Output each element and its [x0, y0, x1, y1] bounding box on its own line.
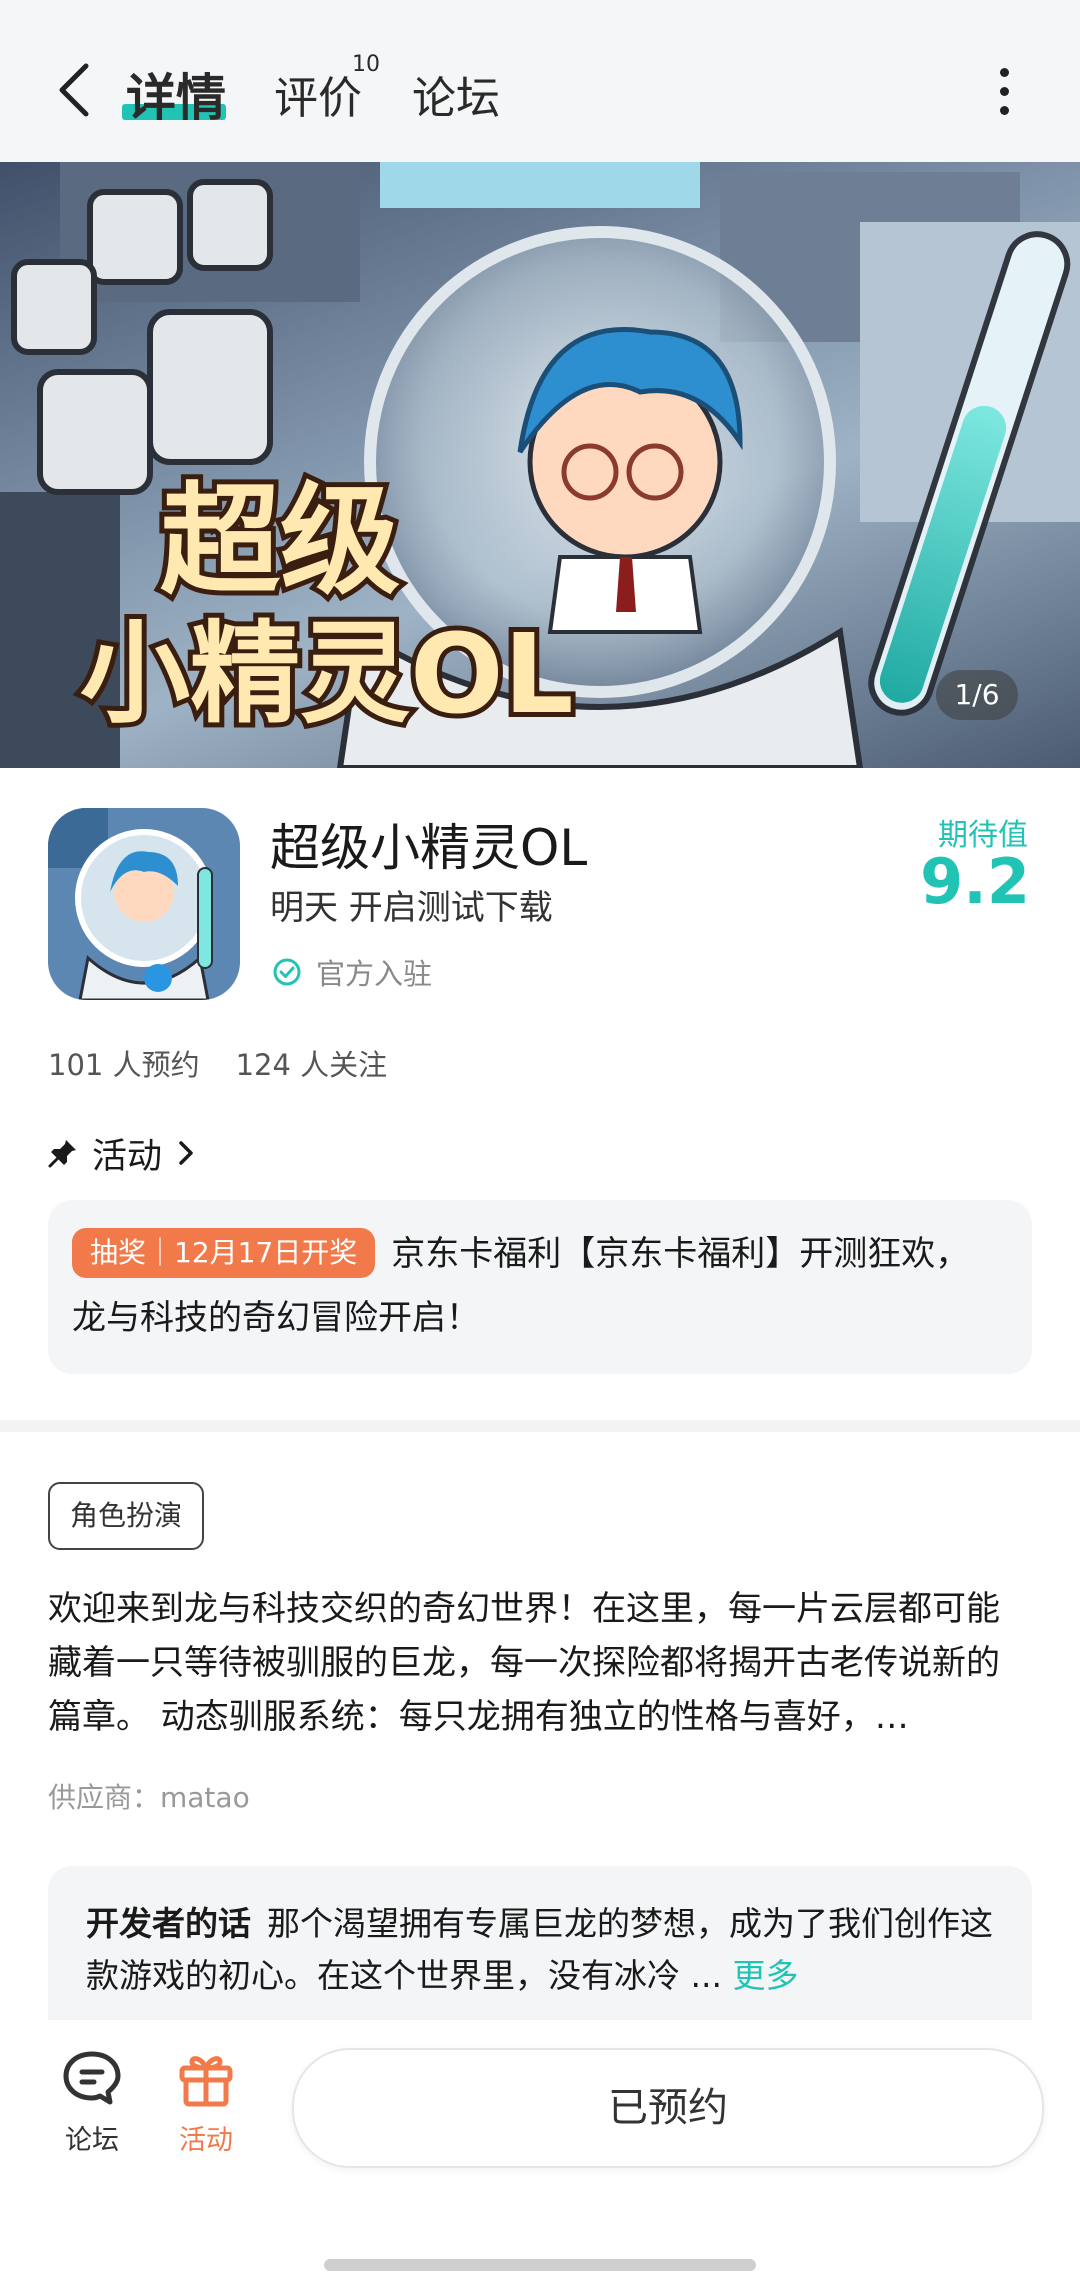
hero-banner[interactable]: 超级 小精灵OL 1/6: [0, 162, 1080, 768]
follower-count: 124 人关注: [235, 1048, 388, 1082]
check-circle-icon: [273, 958, 301, 986]
lottery-tag[interactable]: 抽奖｜12月17日开奖: [72, 1228, 376, 1278]
banner-title-line1: 超级: [160, 472, 400, 611]
activity-section-header[interactable]: 活动: [48, 1128, 196, 1178]
back-arrow-icon[interactable]: [50, 60, 100, 120]
tab-forum[interactable]: 论坛: [412, 62, 500, 126]
app-icon: [48, 808, 240, 1000]
forum-chat-icon: [63, 2051, 121, 2105]
genre-tag[interactable]: 角色扮演: [48, 1482, 205, 1550]
bottom-nav-forum-label: 论坛: [65, 2125, 119, 2156]
more-link[interactable]: 更多: [732, 1956, 798, 1995]
reviews-count-badge: 10: [352, 52, 380, 77]
banner-title-line2: 小精灵OL: [80, 610, 574, 738]
top-nav-bar: 详情 评价 10 论坛: [0, 0, 1080, 162]
tab-details[interactable]: 详情: [126, 58, 226, 130]
reservation-count: 101 人预约: [48, 1048, 200, 1082]
more-options-icon[interactable]: [996, 68, 1012, 118]
bottom-nav-forum[interactable]: 论坛: [52, 2046, 132, 2166]
developer-note-label: 开发者的话: [86, 1904, 251, 1943]
home-indicator[interactable]: [324, 2259, 756, 2271]
banner-page-counter: 1/6: [936, 670, 1018, 720]
app-stats: 101 人预约 124 人关注: [48, 1042, 423, 1084]
activity-card[interactable]: 抽奖｜12月17日开奖 京东卡福利【京东卡福利】开测狂欢，龙与科技的奇幻冒险开启！: [48, 1200, 1032, 1374]
bottom-nav-activity[interactable]: 活动: [166, 2046, 246, 2166]
app-release-status: 明天 开启测试下载: [270, 888, 553, 928]
tab-reviews[interactable]: 评价: [274, 62, 362, 126]
reserved-button[interactable]: 已预约: [292, 2048, 1044, 2168]
gift-icon: [179, 2056, 233, 2107]
pin-icon: [48, 1140, 76, 1168]
app-title: 超级小精灵OL: [270, 819, 588, 877]
expectation-score: 9.2: [920, 845, 1030, 918]
section-divider: [0, 1420, 1080, 1432]
banner-artwork: 超级 小精灵OL: [0, 162, 1080, 768]
developer-note-card[interactable]: 开发者的话 那个渴望拥有专属巨龙的梦想，成为了我们创作这款游戏的初心。在这个世界里…: [48, 1866, 1032, 2020]
supplier-info: 供应商：matao: [48, 1781, 250, 1814]
chevron-right-icon: [179, 1141, 193, 1165]
official-badge: 官方入驻: [272, 952, 432, 992]
official-badge-label: 官方入驻: [316, 957, 433, 991]
bottom-nav-activity-label: 活动: [179, 2125, 233, 2156]
game-description[interactable]: 欢迎来到龙与科技交织的奇幻世界！在这里，每一片云层都可能藏着一只等待被驯服的巨龙…: [48, 1582, 1032, 1744]
activity-heading: 活动: [92, 1136, 163, 1177]
